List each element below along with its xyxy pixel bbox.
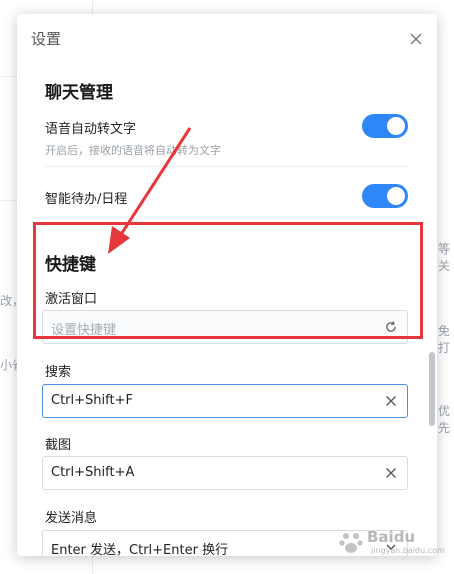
toggle-knob [387, 187, 405, 205]
voice-to-text-description: 开启后，接收的语音将自动转为文字 [45, 144, 221, 157]
background-text-fragment: 优先 [438, 404, 451, 435]
smart-todo-toggle[interactable] [362, 184, 408, 208]
clear-icon[interactable] [384, 394, 398, 408]
voice-to-text-label: 语音自动转文字 [45, 122, 137, 137]
search-shortcut-label: 搜索 [45, 365, 72, 380]
reset-icon[interactable] [384, 320, 398, 334]
voice-to-text-toggle[interactable] [362, 114, 408, 138]
divider [45, 166, 409, 167]
smart-todo-label: 智能待办/日程 [45, 192, 128, 207]
activate-window-label: 激活窗口 [45, 292, 98, 307]
background-text-fragment: 免打 [438, 324, 451, 355]
search-shortcut-value: Ctrl+Shift+F [51, 393, 133, 408]
shortcut-section-title: 快捷键 [45, 255, 96, 275]
settings-scroll-area[interactable]: 聊天管理 语音自动转文字 开启后，接收的语音将自动转为文字 智能待办/日程 快捷… [17, 58, 437, 556]
background-text-fragment: 等关 [438, 242, 451, 273]
send-message-label: 发送消息 [45, 511, 98, 526]
dialog-title: 设置 [31, 30, 62, 48]
scrollbar-thumb[interactable] [429, 352, 435, 426]
send-message-value: Enter 发送，Ctrl+Enter 换行 [51, 543, 229, 556]
clear-icon[interactable] [384, 466, 398, 480]
chevron-down-icon [386, 544, 396, 550]
dialog-header: 设置 [17, 14, 437, 64]
divider [45, 224, 409, 225]
chat-section-title: 聊天管理 [45, 83, 113, 103]
settings-dialog: 设置 聊天管理 语音自动转文字 开启后，接收的语音将自动转为文字 智能待办/日程… [17, 14, 437, 556]
send-message-select[interactable]: Enter 发送，Ctrl+Enter 换行 [42, 530, 408, 556]
toggle-knob [387, 117, 405, 135]
activate-window-placeholder: 设置快捷键 [51, 323, 117, 338]
screenshot-shortcut-input[interactable]: Ctrl+Shift+A [42, 456, 408, 490]
search-shortcut-input[interactable]: Ctrl+Shift+F [42, 384, 408, 418]
screenshot-shortcut-value: Ctrl+Shift+A [51, 465, 135, 480]
activate-window-shortcut-input[interactable]: 设置快捷键 [42, 310, 408, 344]
close-icon[interactable] [408, 31, 424, 47]
screenshot-shortcut-label: 截图 [45, 438, 72, 453]
